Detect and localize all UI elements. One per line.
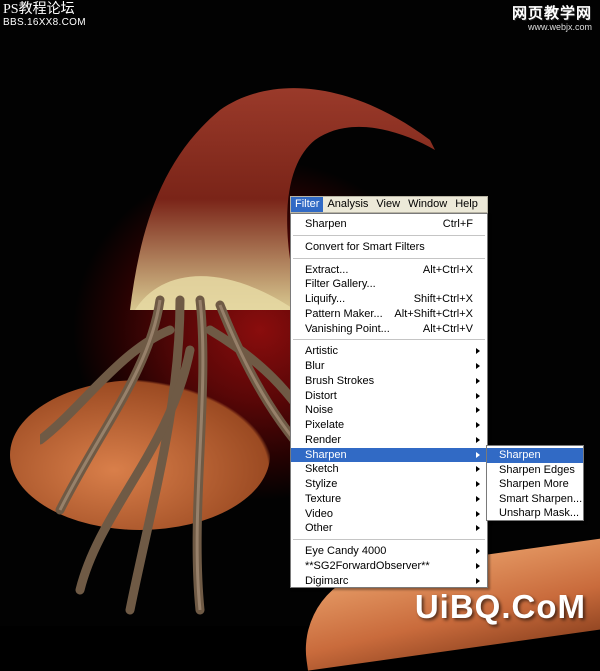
menu-separator xyxy=(293,257,485,259)
menu-item-sg2-forward-observer[interactable]: **SG2ForwardObserver** xyxy=(291,559,487,574)
submenu-item-smart-sharpen[interactable]: Smart Sharpen... xyxy=(487,492,583,507)
shortcut-label: Ctrl+F xyxy=(442,218,473,230)
watermark-url: BBS.16XX8.COM xyxy=(3,17,86,28)
watermark-bottom-right: UiBQ.CoM xyxy=(414,588,586,625)
watermark-url: www.webjx.com xyxy=(527,22,592,32)
menu-item-label: Other xyxy=(305,522,333,535)
menu-bar: Filter Analysis View Window Help xyxy=(290,196,488,213)
menu-item-label: Pattern Maker... xyxy=(305,307,383,320)
menu-item-pattern-maker[interactable]: Pattern Maker... Alt+Shift+Ctrl+X xyxy=(291,307,487,322)
submenu-arrow-icon xyxy=(476,451,480,458)
submenu-arrow-icon xyxy=(476,363,480,369)
menu-help[interactable]: Help xyxy=(451,197,482,212)
menu-item-label: Distort xyxy=(305,389,337,402)
submenu-item-sharpen-edges[interactable]: Sharpen Edges xyxy=(487,463,583,478)
watermark-text: PS教程论坛 xyxy=(3,2,75,17)
shortcut-label: Shift+Ctrl+X xyxy=(413,293,473,305)
filter-dropdown-menu: Sharpen Ctrl+F Convert for Smart Filters… xyxy=(290,213,488,588)
menu-item-label: Liquify... xyxy=(305,293,346,305)
menu-item-label: Convert for Smart Filters xyxy=(305,240,425,253)
menu-item-texture[interactable]: Texture xyxy=(291,492,487,507)
submenu-arrow-icon xyxy=(476,481,480,487)
menu-item-label: Eye Candy 4000 xyxy=(305,545,387,557)
submenu-arrow-icon xyxy=(476,466,480,473)
submenu-arrow-icon xyxy=(476,436,480,443)
menu-item-distort[interactable]: Distort xyxy=(291,389,487,404)
menu-item-eye-candy[interactable]: Eye Candy 4000 xyxy=(291,544,487,559)
menu-item-label: Sketch xyxy=(305,463,339,476)
menu-item-vanishing-point[interactable]: Vanishing Point... Alt+Ctrl+V xyxy=(291,322,487,337)
menu-item-render[interactable]: Render xyxy=(291,433,487,448)
submenu-item-sharpen-more[interactable]: Sharpen More xyxy=(487,477,583,492)
menu-item-label: Vanishing Point... xyxy=(305,322,390,335)
menu-filter[interactable]: Filter xyxy=(291,197,324,212)
menu-item-label: Pixelate xyxy=(305,419,345,431)
submenu-arrow-icon xyxy=(476,577,480,584)
submenu-arrow-icon xyxy=(476,392,480,399)
menu-item-label: Brush Strokes xyxy=(305,374,375,387)
menu-analysis[interactable]: Analysis xyxy=(323,197,372,212)
watermark-top-left: PS教程论坛 BBS.16XX8.COM xyxy=(3,3,86,28)
menu-item-convert-smart-filters[interactable]: Convert for Smart Filters xyxy=(291,240,487,255)
submenu-arrow-icon xyxy=(476,510,480,517)
menu-item-label: Filter Gallery... xyxy=(305,278,376,291)
menu-separator xyxy=(293,539,485,540)
menu-item-label: Blur xyxy=(305,360,325,372)
menu-item-label: Noise xyxy=(305,404,334,417)
menu-item-noise[interactable]: Noise xyxy=(291,403,487,418)
submenu-arrow-icon xyxy=(476,422,480,428)
menu-item-other[interactable]: Other xyxy=(291,521,487,536)
menu-item-video[interactable]: Video xyxy=(291,507,487,522)
submenu-item-sharpen[interactable]: Sharpen xyxy=(487,448,583,463)
menu-item-sharpen[interactable]: Sharpen xyxy=(291,447,487,463)
menu-item-label: Texture xyxy=(305,492,342,505)
menu-item-label: Digimarc xyxy=(305,574,349,587)
menu-item-label: Sharpen xyxy=(305,218,347,230)
shortcut-label: Alt+Ctrl+X xyxy=(422,263,473,276)
menu-item-sketch[interactable]: Sketch xyxy=(291,462,487,477)
menu-item-label: Artistic xyxy=(305,345,338,358)
menu-item-artistic[interactable]: Artistic xyxy=(291,344,487,359)
menu-item-extract[interactable]: Extract... Alt+Ctrl+X xyxy=(291,263,487,278)
submenu-arrow-icon xyxy=(476,348,480,355)
menu-window[interactable]: Window xyxy=(404,197,451,212)
menu-item-label: Extract... xyxy=(305,263,349,276)
shortcut-label: Alt+Shift+Ctrl+X xyxy=(394,307,473,320)
menu-item-pixelate[interactable]: Pixelate xyxy=(291,418,487,433)
menu-item-liquify[interactable]: Liquify... Shift+Ctrl+X xyxy=(291,292,487,307)
menu-item-label: Stylize xyxy=(305,478,338,490)
menu-item-label: **SG2ForwardObserver** xyxy=(305,559,430,572)
menu-item-last-filter[interactable]: Sharpen Ctrl+F xyxy=(291,217,487,232)
menu-item-brush-strokes[interactable]: Brush Strokes xyxy=(291,374,487,389)
submenu-arrow-icon xyxy=(476,525,480,532)
shortcut-label: Alt+Ctrl+V xyxy=(422,322,473,335)
menu-item-label: Sharpen xyxy=(305,448,347,461)
submenu-arrow-icon xyxy=(476,407,480,414)
menu-item-blur[interactable]: Blur xyxy=(291,359,487,374)
menu-separator xyxy=(293,339,485,341)
menu-separator xyxy=(293,234,485,236)
submenu-arrow-icon xyxy=(476,495,480,502)
menu-item-filter-gallery[interactable]: Filter Gallery... xyxy=(291,277,487,292)
menu-view[interactable]: View xyxy=(372,197,404,212)
menu-item-digimarc[interactable]: Digimarc xyxy=(291,574,487,589)
menu-item-label: Video xyxy=(305,507,333,520)
submenu-item-unsharp-mask[interactable]: Unsharp Mask... xyxy=(487,506,583,521)
watermark-top-right: 网页教学网 www.webjx.com xyxy=(512,6,592,32)
submenu-arrow-icon xyxy=(476,562,480,569)
watermark-text: 网页教学网 xyxy=(511,5,592,22)
menu-item-stylize[interactable]: Stylize xyxy=(291,477,487,492)
menu-item-label: Render xyxy=(305,433,342,446)
submenu-arrow-icon xyxy=(476,377,480,384)
submenu-arrow-icon xyxy=(476,548,480,554)
sharpen-submenu: Sharpen Sharpen Edges Sharpen More Smart… xyxy=(486,445,584,521)
